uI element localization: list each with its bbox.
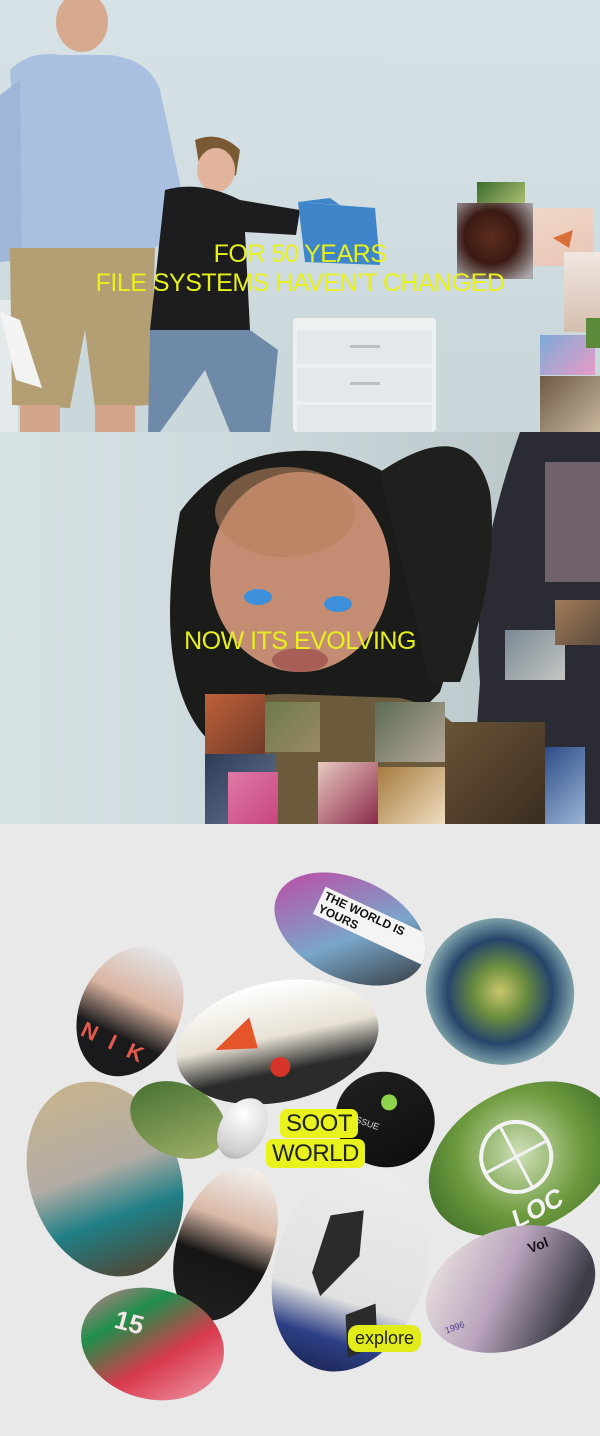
collage-tile [445, 722, 545, 824]
collage-tile [545, 747, 585, 824]
explore-button[interactable]: explore [348, 1325, 422, 1352]
logo-line2: WORLD [266, 1139, 365, 1168]
evolve-headline: NOW ITS EVOLVING [184, 627, 416, 655]
logo-line1: SOOT [280, 1109, 359, 1138]
collage-tile [378, 767, 448, 824]
hero-section: FOR 50 YEARS FILE SYSTEMS HAVEN’T CHANGE… [0, 0, 600, 432]
mag-text: Vol [525, 1233, 551, 1257]
collage-tile [228, 772, 278, 824]
hero-headline-line1: FOR 50 YEARS [213, 240, 387, 268]
mag-year: 1996 [443, 1319, 466, 1336]
oval-magazine-model[interactable]: Vol 1996 [407, 1202, 600, 1376]
jacket-text: N I K [77, 1016, 152, 1069]
oval-kaleidoscope[interactable] [396, 889, 600, 1094]
hero-headline-line2: FILE SYSTEMS HAVEN’T CHANGED [95, 269, 505, 297]
collage-tile [318, 762, 378, 824]
red-poster-text: 15 [111, 1304, 148, 1341]
poster-text: THE WORLD IS YOURS [312, 886, 435, 965]
hero-headline: FOR 50 YEARS FILE SYSTEMS HAVEN’T CHANGE… [0, 240, 600, 298]
oval-jumpers[interactable] [246, 1145, 454, 1393]
collage-tile [586, 318, 600, 348]
collage-tile [540, 376, 600, 432]
collage-tile [375, 702, 445, 762]
collage-tile [265, 702, 320, 752]
evolve-section: NOW ITS EVOLVING [0, 432, 600, 824]
explore-section: THE WORLD IS YOURS N I K ISSUE LOC Vol 1… [0, 824, 600, 1436]
collage-tile [205, 694, 265, 754]
green-dot-icon [378, 1092, 400, 1113]
